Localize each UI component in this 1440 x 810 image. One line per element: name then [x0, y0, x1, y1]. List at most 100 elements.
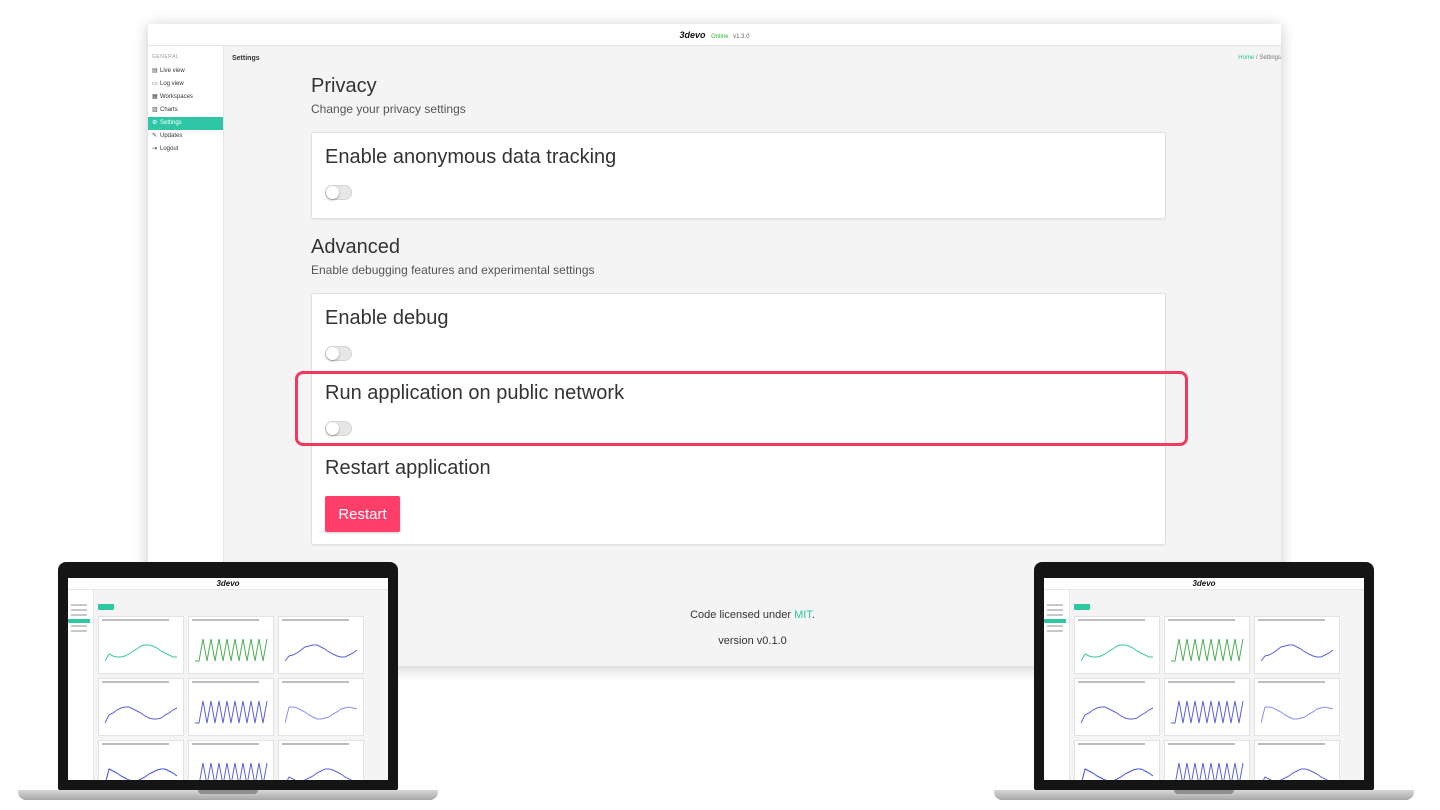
mini-sidebar: [68, 590, 94, 780]
mini-button: [98, 604, 114, 610]
mini-menu-item: [71, 604, 87, 606]
mini-chart-graphic: [285, 706, 358, 724]
mini-chart-panel: [1164, 740, 1250, 780]
wrench-icon: ✎: [152, 133, 158, 139]
mini-chart-caption: [282, 743, 350, 745]
public-network-label: Run application on public network: [325, 382, 625, 404]
sidebar-item-label: Updates: [160, 133, 183, 139]
mini-chart-caption: [102, 743, 170, 745]
sidebar-item-workspaces[interactable]: ▦ Workspaces: [148, 91, 223, 104]
mini-chart-caption: [192, 681, 260, 683]
laptop-screen: 3devo: [1044, 578, 1364, 780]
mini-menu-item: [71, 625, 87, 627]
mini-chart-caption: [1078, 743, 1146, 745]
restart-button[interactable]: Restart: [325, 496, 400, 532]
toggle-knob: [326, 347, 339, 360]
mini-chart-graphic: [1081, 706, 1154, 724]
mini-chart-caption: [1258, 619, 1326, 621]
mini-chart-graphic: [285, 644, 358, 662]
mini-chart-line: [1261, 706, 1334, 724]
debug-toggle[interactable]: [325, 346, 352, 361]
mini-chart-line: [1081, 706, 1154, 724]
gear-icon: ⚙: [152, 120, 158, 126]
mini-menu-item: [1047, 630, 1063, 632]
mini-chart-panel: [1254, 616, 1340, 674]
mini-chart-caption: [102, 619, 170, 621]
mini-chart-caption: [1258, 681, 1326, 683]
mini-menu-item: [71, 614, 87, 616]
page-title: Settings: [232, 55, 260, 62]
public-network-toggle[interactable]: [325, 421, 352, 436]
advanced-card: Enable debug Run application on public n…: [311, 293, 1166, 545]
mini-menu-item: [71, 609, 87, 611]
mini-sidebar: [1044, 590, 1070, 780]
mini-chart-line: [1262, 768, 1329, 780]
mini-chart-panel: [98, 678, 184, 736]
mini-menu-item-active: [68, 619, 90, 623]
top-bar: 3devo Online v1.3.0: [148, 24, 1281, 46]
mini-chart-line: [1175, 762, 1244, 780]
mini-menu-item: [1047, 625, 1063, 627]
privacy-title: Privacy: [311, 75, 377, 97]
mini-chart-panel: [98, 616, 184, 674]
privacy-subtitle: Change your privacy settings: [311, 102, 466, 116]
mit-link[interactable]: MIT: [794, 609, 812, 621]
mini-chart-graphic: [199, 762, 268, 780]
mini-chart-panel: [188, 616, 274, 674]
mini-chart-panel: [1164, 616, 1250, 674]
sidebar-item-label: Log view: [160, 81, 184, 87]
mini-chart-caption: [192, 619, 260, 621]
laptop-screen: 3devo: [68, 578, 388, 780]
mini-chart-line: [199, 762, 268, 780]
dashboard-icon: ▤: [152, 68, 158, 74]
breadcrumb-separator: /: [1255, 55, 1258, 61]
mini-chart-graphic: [1081, 768, 1154, 780]
sidebar-item-label: Logout: [160, 146, 179, 152]
mini-chart-panel: [98, 740, 184, 780]
mini-chart-line: [105, 644, 177, 662]
mini-chart-caption: [192, 743, 260, 745]
tracking-toggle[interactable]: [325, 185, 352, 200]
mini-chart-panel: [278, 740, 364, 780]
advanced-title: Advanced: [311, 236, 400, 258]
sidebar-heading: GENERAL: [152, 54, 180, 60]
mini-chart-graphic: [105, 644, 177, 662]
sidebar-item-label: Workspaces: [160, 94, 193, 100]
mini-chart-line: [1081, 644, 1153, 662]
mini-chart-panel: [1074, 678, 1160, 736]
mini-button: [1074, 604, 1090, 610]
breadcrumb-current: Settings: [1259, 55, 1281, 61]
privacy-card: Enable anonymous data tracking: [311, 132, 1166, 219]
sidebar-item-logout[interactable]: ⇥ Logout: [148, 143, 223, 156]
mini-chart-graphic: [195, 638, 268, 662]
mini-chart-line: [285, 644, 358, 662]
breadcrumb-home-link[interactable]: Home: [1238, 55, 1254, 61]
license-prefix: Code licensed under: [690, 609, 795, 621]
mini-chart-caption: [1168, 743, 1236, 745]
tracking-label: Enable anonymous data tracking: [325, 146, 617, 168]
mini-chart-panel: [188, 740, 274, 780]
sidebar-item-charts[interactable]: ▥ Charts: [148, 104, 223, 117]
mini-chart-caption: [1078, 619, 1146, 621]
breadcrumb: Home / Settings: [1238, 55, 1281, 61]
mini-chart-graphic: [286, 768, 353, 780]
sidebar-menu: ▤ Live view ▭ Log view ▦ Workspaces ▥ Charts ⚙ Se…: [148, 65, 223, 156]
mini-chart-line: [1171, 700, 1244, 724]
mini-chart-line: [105, 768, 178, 780]
mini-chart-line: [1171, 638, 1244, 662]
mini-chart-graphic: [1081, 644, 1153, 662]
mini-chart-panel: [188, 678, 274, 736]
mini-chart-graphic: [1261, 706, 1334, 724]
sidebar-item-label: Settings: [160, 120, 182, 126]
sidebar-item-updates[interactable]: ✎ Updates: [148, 130, 223, 143]
mini-chart-graphic: [1171, 700, 1244, 724]
mini-chart-graphic: [1261, 644, 1334, 662]
sidebar-item-settings[interactable]: ⚙ Settings: [148, 117, 223, 130]
mini-chart-panel: [278, 616, 364, 674]
mini-chart-graphic: [1171, 638, 1244, 662]
sidebar-item-label: Live view: [160, 68, 185, 74]
sidebar-item-live-view[interactable]: ▤ Live view: [148, 65, 223, 78]
laptop-notch: [1174, 790, 1234, 794]
debug-label: Enable debug: [325, 307, 449, 329]
sidebar-item-log-view[interactable]: ▭ Log view: [148, 78, 223, 91]
